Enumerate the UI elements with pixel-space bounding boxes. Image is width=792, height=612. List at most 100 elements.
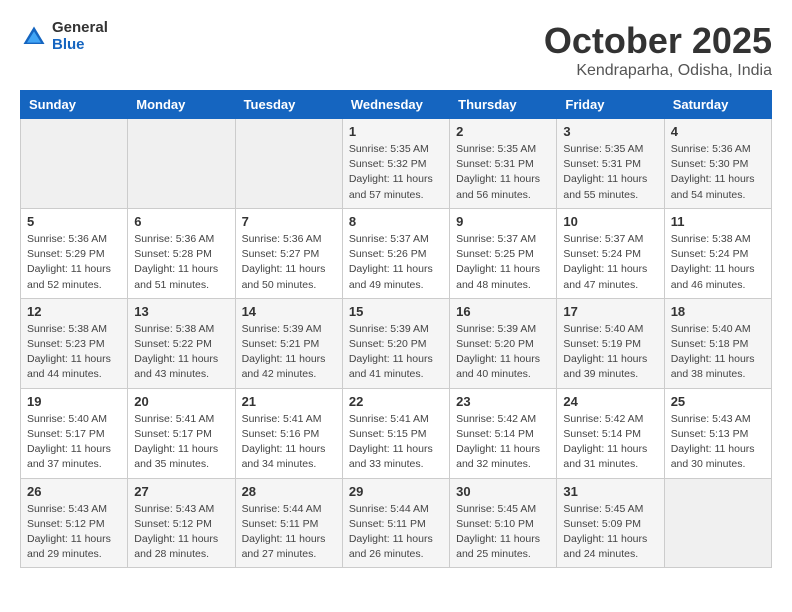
week-row-2: 5 Sunrise: 5:36 AMSunset: 5:29 PMDaylight… bbox=[21, 208, 772, 298]
calendar-cell bbox=[664, 478, 771, 568]
month-title: October 2025 bbox=[544, 20, 772, 62]
logo-blue-text: Blue bbox=[52, 37, 108, 54]
logo-text: General Blue bbox=[52, 20, 108, 53]
day-info: Sunrise: 5:39 AMSunset: 5:21 PMDaylight:… bbox=[242, 322, 336, 383]
calendar-cell: 4 Sunrise: 5:36 AMSunset: 5:30 PMDaylight… bbox=[664, 119, 771, 209]
day-info: Sunrise: 5:36 AMSunset: 5:30 PMDaylight:… bbox=[671, 142, 765, 203]
day-info: Sunrise: 5:42 AMSunset: 5:14 PMDaylight:… bbox=[456, 412, 550, 473]
week-row-5: 26 Sunrise: 5:43 AMSunset: 5:12 PMDayligh… bbox=[21, 478, 772, 568]
day-info: Sunrise: 5:40 AMSunset: 5:18 PMDaylight:… bbox=[671, 322, 765, 383]
day-number: 28 bbox=[242, 484, 336, 499]
day-info: Sunrise: 5:45 AMSunset: 5:09 PMDaylight:… bbox=[563, 502, 657, 563]
calendar-cell: 2Sunrise: 5:35 AMSunset: 5:31 PMDaylight… bbox=[450, 119, 557, 209]
day-info: Sunrise: 5:37 AMSunset: 5:24 PMDaylight:… bbox=[563, 232, 657, 293]
day-number: 14 bbox=[242, 304, 336, 319]
header-day-saturday: Saturday bbox=[664, 91, 771, 119]
calendar-cell: 12 Sunrise: 5:38 AMSunset: 5:23 PMDayligh… bbox=[21, 298, 128, 388]
day-info: Sunrise: 5:42 AMSunset: 5:14 PMDaylight:… bbox=[563, 412, 657, 473]
location-text: Kendraparha, Odisha, India bbox=[544, 62, 772, 80]
day-info: Sunrise: 5:43 AMSunset: 5:12 PMDaylight:… bbox=[27, 502, 121, 563]
day-info: Sunrise: 5:37 AMSunset: 5:25 PMDaylight:… bbox=[456, 232, 550, 293]
day-info: Sunrise: 5:37 AMSunset: 5:26 PMDaylight:… bbox=[349, 232, 443, 293]
calendar-cell: 27Sunrise: 5:43 AMSunset: 5:12 PMDayligh… bbox=[128, 478, 235, 568]
day-number: 24 bbox=[563, 394, 657, 409]
day-number: 30 bbox=[456, 484, 550, 499]
day-number: 11 bbox=[671, 214, 765, 229]
day-info: Sunrise: 5:36 AMSunset: 5:28 PMDaylight:… bbox=[134, 232, 228, 293]
day-number: 8 bbox=[349, 214, 443, 229]
day-number: 17 bbox=[563, 304, 657, 319]
calendar-cell: 6 Sunrise: 5:36 AMSunset: 5:28 PMDaylight… bbox=[128, 208, 235, 298]
calendar-cell: 11 Sunrise: 5:38 AMSunset: 5:24 PMDayligh… bbox=[664, 208, 771, 298]
day-info: Sunrise: 5:45 AMSunset: 5:10 PMDaylight:… bbox=[456, 502, 550, 563]
header-day-tuesday: Tuesday bbox=[235, 91, 342, 119]
day-info: Sunrise: 5:44 AMSunset: 5:11 PMDaylight:… bbox=[349, 502, 443, 563]
day-number: 4 bbox=[671, 124, 765, 139]
calendar-cell: 13 Sunrise: 5:38 AMSunset: 5:22 PMDayligh… bbox=[128, 298, 235, 388]
calendar-cell bbox=[128, 119, 235, 209]
calendar-cell: 24 Sunrise: 5:42 AMSunset: 5:14 PMDayligh… bbox=[557, 388, 664, 478]
calendar-cell: 25Sunrise: 5:43 AMSunset: 5:13 PMDayligh… bbox=[664, 388, 771, 478]
calendar-cell: 23Sunrise: 5:42 AMSunset: 5:14 PMDayligh… bbox=[450, 388, 557, 478]
calendar-cell: 19Sunrise: 5:40 AMSunset: 5:17 PMDayligh… bbox=[21, 388, 128, 478]
calendar-header: SundayMondayTuesdayWednesdayThursdayFrid… bbox=[21, 91, 772, 119]
day-info: Sunrise: 5:41 AMSunset: 5:17 PMDaylight:… bbox=[134, 412, 228, 473]
week-row-1: 1 Sunrise: 5:35 AMSunset: 5:32 PMDaylight… bbox=[21, 119, 772, 209]
day-number: 29 bbox=[349, 484, 443, 499]
day-info: Sunrise: 5:35 AMSunset: 5:31 PMDaylight:… bbox=[563, 142, 657, 203]
day-number: 13 bbox=[134, 304, 228, 319]
day-number: 26 bbox=[27, 484, 121, 499]
calendar-cell: 31 Sunrise: 5:45 AMSunset: 5:09 PMDayligh… bbox=[557, 478, 664, 568]
logo-icon bbox=[20, 23, 48, 51]
calendar-cell: 17Sunrise: 5:40 AMSunset: 5:19 PMDayligh… bbox=[557, 298, 664, 388]
calendar-cell: 1 Sunrise: 5:35 AMSunset: 5:32 PMDaylight… bbox=[342, 119, 449, 209]
day-number: 5 bbox=[27, 214, 121, 229]
header-day-friday: Friday bbox=[557, 91, 664, 119]
day-number: 20 bbox=[134, 394, 228, 409]
day-info: Sunrise: 5:43 AMSunset: 5:12 PMDaylight:… bbox=[134, 502, 228, 563]
day-number: 31 bbox=[563, 484, 657, 499]
day-info: Sunrise: 5:39 AMSunset: 5:20 PMDaylight:… bbox=[456, 322, 550, 383]
day-number: 25 bbox=[671, 394, 765, 409]
day-info: Sunrise: 5:38 AMSunset: 5:22 PMDaylight:… bbox=[134, 322, 228, 383]
calendar-cell: 26 Sunrise: 5:43 AMSunset: 5:12 PMDayligh… bbox=[21, 478, 128, 568]
day-number: 22 bbox=[349, 394, 443, 409]
calendar-cell: 14 Sunrise: 5:39 AMSunset: 5:21 PMDayligh… bbox=[235, 298, 342, 388]
day-number: 3 bbox=[563, 124, 657, 139]
calendar-cell: 3 Sunrise: 5:35 AMSunset: 5:31 PMDaylight… bbox=[557, 119, 664, 209]
day-info: Sunrise: 5:39 AMSunset: 5:20 PMDaylight:… bbox=[349, 322, 443, 383]
day-number: 18 bbox=[671, 304, 765, 319]
day-info: Sunrise: 5:35 AMSunset: 5:31 PMDaylight:… bbox=[456, 142, 550, 203]
day-info: Sunrise: 5:35 AMSunset: 5:32 PMDaylight:… bbox=[349, 142, 443, 203]
calendar-table: SundayMondayTuesdayWednesdayThursdayFrid… bbox=[20, 90, 772, 568]
calendar-cell: 8 Sunrise: 5:37 AMSunset: 5:26 PMDaylight… bbox=[342, 208, 449, 298]
logo: General Blue bbox=[20, 20, 108, 53]
calendar-cell: 5 Sunrise: 5:36 AMSunset: 5:29 PMDaylight… bbox=[21, 208, 128, 298]
calendar-cell: 15Sunrise: 5:39 AMSunset: 5:20 PMDayligh… bbox=[342, 298, 449, 388]
calendar-cell: 20 Sunrise: 5:41 AMSunset: 5:17 PMDayligh… bbox=[128, 388, 235, 478]
day-info: Sunrise: 5:41 AMSunset: 5:15 PMDaylight:… bbox=[349, 412, 443, 473]
calendar-cell: 30 Sunrise: 5:45 AMSunset: 5:10 PMDayligh… bbox=[450, 478, 557, 568]
day-number: 7 bbox=[242, 214, 336, 229]
day-info: Sunrise: 5:41 AMSunset: 5:16 PMDaylight:… bbox=[242, 412, 336, 473]
day-info: Sunrise: 5:38 AMSunset: 5:23 PMDaylight:… bbox=[27, 322, 121, 383]
day-number: 10 bbox=[563, 214, 657, 229]
day-info: Sunrise: 5:38 AMSunset: 5:24 PMDaylight:… bbox=[671, 232, 765, 293]
page-header: General Blue October 2025 Kendraparha, O… bbox=[20, 20, 772, 80]
day-number: 12 bbox=[27, 304, 121, 319]
logo-general-text: General bbox=[52, 20, 108, 37]
header-day-thursday: Thursday bbox=[450, 91, 557, 119]
header-day-sunday: Sunday bbox=[21, 91, 128, 119]
calendar-cell: 28 Sunrise: 5:44 AMSunset: 5:11 PMDayligh… bbox=[235, 478, 342, 568]
day-info: Sunrise: 5:44 AMSunset: 5:11 PMDaylight:… bbox=[242, 502, 336, 563]
header-day-wednesday: Wednesday bbox=[342, 91, 449, 119]
calendar-cell: 22 Sunrise: 5:41 AMSunset: 5:15 PMDayligh… bbox=[342, 388, 449, 478]
day-number: 16 bbox=[456, 304, 550, 319]
day-info: Sunrise: 5:36 AMSunset: 5:29 PMDaylight:… bbox=[27, 232, 121, 293]
day-info: Sunrise: 5:40 AMSunset: 5:17 PMDaylight:… bbox=[27, 412, 121, 473]
day-number: 1 bbox=[349, 124, 443, 139]
calendar-cell bbox=[235, 119, 342, 209]
day-number: 6 bbox=[134, 214, 228, 229]
calendar-cell: 21Sunrise: 5:41 AMSunset: 5:16 PMDayligh… bbox=[235, 388, 342, 478]
header-row: SundayMondayTuesdayWednesdayThursdayFrid… bbox=[21, 91, 772, 119]
